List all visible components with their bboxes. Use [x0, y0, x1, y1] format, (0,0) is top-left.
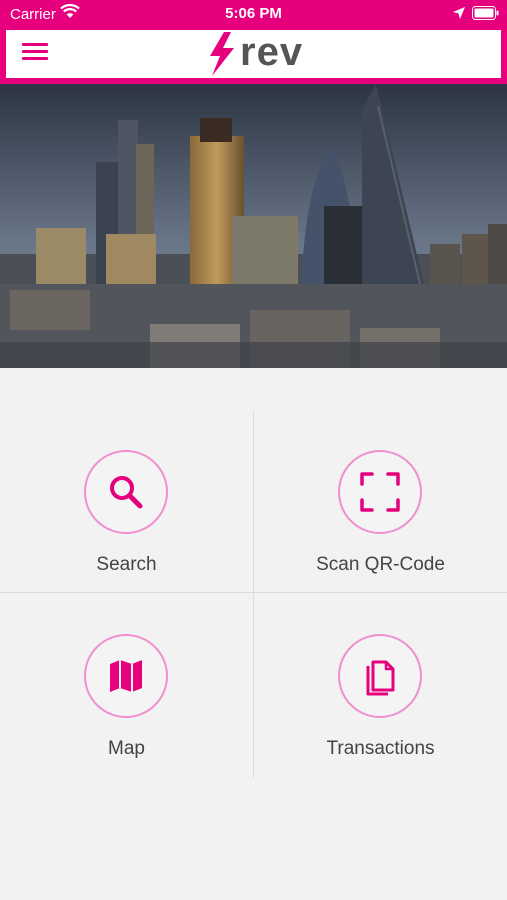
clock: 5:06 PM: [225, 5, 282, 22]
map-button[interactable]: Map: [0, 592, 253, 776]
scan-qr-button[interactable]: Scan QR-Code: [254, 408, 507, 592]
search-icon-circle: [84, 450, 168, 534]
app-header: rev: [0, 28, 507, 84]
action-grid: Search Scan QR-Code Map Transactions: [0, 368, 507, 900]
transactions-label: Transactions: [326, 738, 435, 759]
qr-scan-icon: [360, 472, 400, 512]
hamburger-icon[interactable]: [22, 40, 50, 64]
header-bar: rev: [6, 30, 501, 78]
app-logo: rev: [206, 30, 316, 76]
search-icon: [110, 476, 143, 509]
scan-qr-label: Scan QR-Code: [316, 554, 445, 575]
hero-image: [0, 84, 507, 368]
location-arrow-icon: [453, 7, 465, 19]
logo-text: rev: [240, 30, 304, 74]
lightning-bolt-icon: [210, 32, 234, 76]
search-button[interactable]: Search: [0, 408, 253, 592]
documents-icon: [366, 660, 395, 696]
transactions-button[interactable]: Transactions: [254, 592, 507, 776]
scan-icon-circle: [338, 450, 422, 534]
transactions-icon-circle: [338, 634, 422, 718]
status-bar: Carrier 5:06 PM: [0, 0, 507, 28]
map-icon: [110, 660, 142, 692]
map-label: Map: [108, 738, 145, 759]
map-icon-circle: [84, 634, 168, 718]
city-skyline-image: [0, 84, 507, 368]
battery-icon: [472, 6, 499, 20]
search-label: Search: [96, 554, 157, 575]
